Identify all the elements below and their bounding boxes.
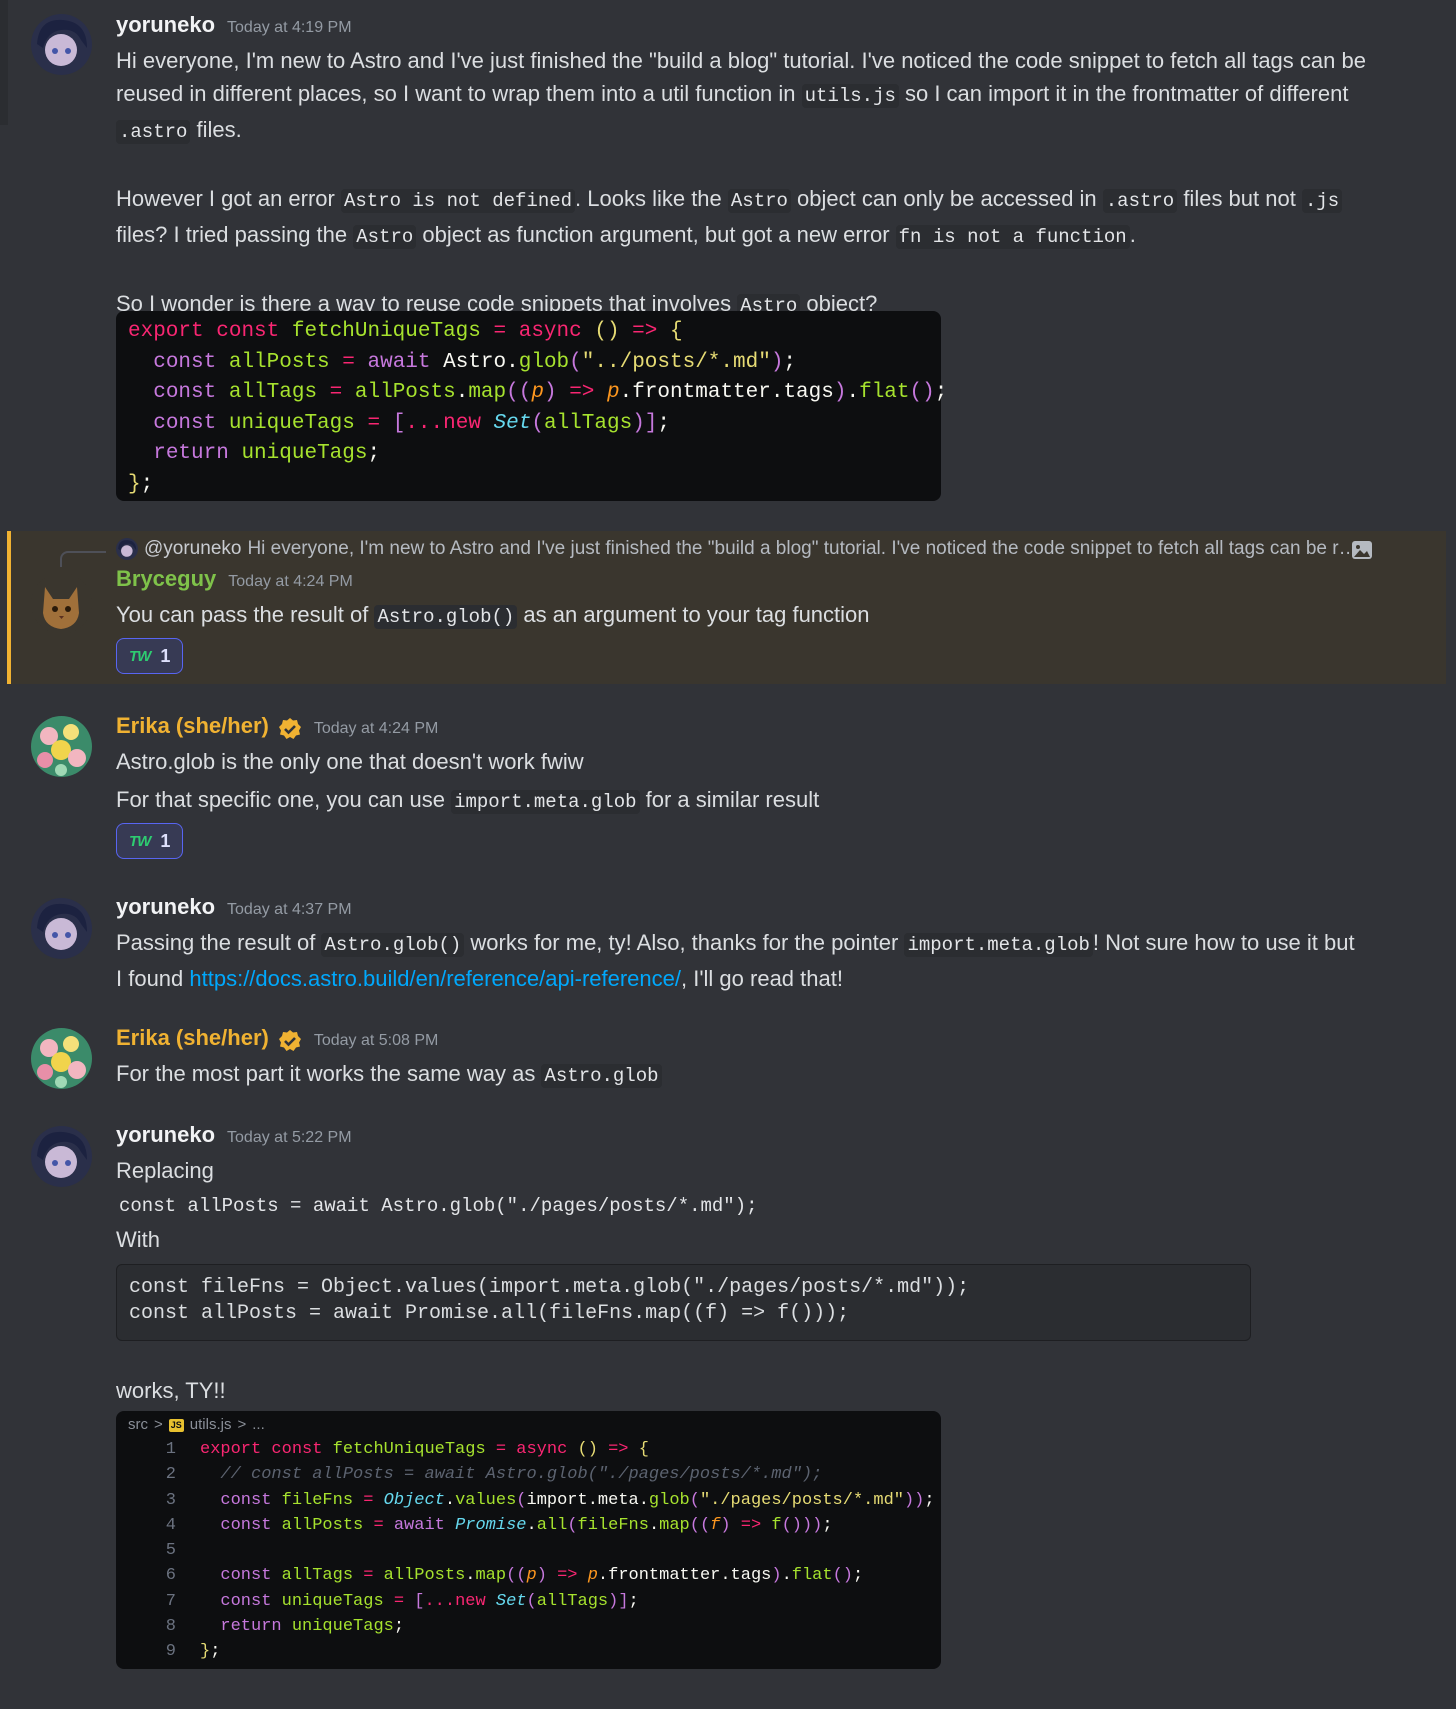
code-line: 7 const uniqueTags = [...new Set(allTags… bbox=[165, 1591, 639, 1611]
message-text: Replacing const allPosts = await Astro.g… bbox=[116, 1158, 758, 1252]
reaction-count: 1 bbox=[160, 645, 171, 666]
timestamp: Today at 5:22 PM bbox=[227, 1129, 352, 1146]
message-text: Hi everyone, I'm new to Astro and I've j… bbox=[116, 48, 1366, 318]
reaction-button[interactable]: TW 1 bbox=[116, 638, 184, 674]
reply-preview-text: Hi everyone, I'm new to Astro and I've j… bbox=[247, 538, 1366, 559]
code-line: const fileFns = Object.values(import.met… bbox=[129, 1276, 970, 1299]
code-block-plain[interactable]: const fileFns = Object.values(import.met… bbox=[116, 1264, 1251, 1341]
code-line: }; bbox=[128, 472, 154, 496]
code-line: 4 const allPosts = await Promise.all(fil… bbox=[165, 1515, 833, 1535]
author-name[interactable]: Erika (she/her) bbox=[116, 1025, 269, 1051]
timestamp: Today at 4:37 PM bbox=[227, 901, 352, 918]
code-screenshot[interactable]: src > JS utils.js >... 1 export const fetchUn… bbox=[116, 1411, 941, 1669]
reply-connector bbox=[60, 551, 106, 567]
code-line: 5 bbox=[165, 1541, 176, 1561]
code-line: 2 // const allPosts = await Astro.glob("… bbox=[165, 1465, 823, 1485]
timestamp: Today at 4:24 PM bbox=[313, 720, 439, 737]
code-line: const allPosts = await Promise.all(fileF… bbox=[129, 1302, 850, 1325]
reaction-count: 1 bbox=[160, 830, 171, 851]
author-name[interactable]: Bryceguy bbox=[116, 566, 216, 592]
code-line: return uniqueTags; bbox=[153, 442, 381, 465]
avatar-yoruneko[interactable] bbox=[31, 14, 92, 75]
message-text: You can pass the result of Astro.glob() … bbox=[116, 602, 870, 629]
code-line: 3 const fileFns = Object.values(import.m… bbox=[165, 1490, 935, 1510]
reaction-button[interactable]: TW 1 bbox=[116, 823, 184, 859]
js-file-icon: JS bbox=[168, 1418, 184, 1432]
avatar-erika[interactable] bbox=[31, 716, 92, 777]
avatar-bryceguy[interactable] bbox=[31, 573, 92, 634]
code-line: export const fetchUniqueTags = async () … bbox=[128, 320, 683, 343]
verified-badge-icon bbox=[278, 1030, 301, 1051]
avatar-erika[interactable] bbox=[31, 1028, 92, 1089]
timestamp: Today at 5:08 PM bbox=[313, 1032, 439, 1049]
avatar-yoruneko[interactable] bbox=[31, 1126, 92, 1187]
message-text: Passing the result of Astro.glob() works… bbox=[116, 930, 1355, 991]
author-name[interactable]: Erika (she/her) bbox=[116, 713, 269, 739]
message-text: Astro.glob is the only one that doesn't … bbox=[116, 749, 820, 814]
file-breadcrumb: src > JS utils.js >... bbox=[128, 1416, 265, 1434]
code-line: 1 export const fetchUniqueTags = async ()… bbox=[165, 1440, 649, 1459]
sidebar-edge bbox=[0, 0, 8, 125]
code-line: const uniqueTags = [...new Set(allTags)]… bbox=[153, 411, 671, 435]
reply-author[interactable]: @yoruneko bbox=[144, 538, 241, 560]
message-text: For the most part it works the same way … bbox=[116, 1057, 1366, 1093]
code-line: 9}; bbox=[165, 1642, 221, 1662]
reaction-emoji: TW bbox=[129, 647, 151, 665]
author-name[interactable]: yoruneko bbox=[116, 12, 215, 38]
verified-badge-icon bbox=[278, 718, 301, 739]
author-name[interactable]: yoruneko bbox=[116, 894, 215, 920]
code-line: const allPosts = await Astro.glob("../po… bbox=[153, 350, 797, 374]
code-line: const allTags = allPosts.map((p) => p.fr… bbox=[153, 381, 948, 404]
image-icon bbox=[1352, 541, 1372, 559]
code-block[interactable]: export const fetchUniqueTags = async () … bbox=[116, 311, 948, 501]
author-name[interactable]: yoruneko bbox=[116, 1122, 215, 1148]
reply-reference[interactable]: @yoruneko Hi everyone, I'm new to Astro … bbox=[116, 535, 1366, 563]
code-line: 6 const allTags = allPosts.map((p) => p.… bbox=[165, 1566, 864, 1586]
timestamp: Today at 4:19 PM bbox=[227, 19, 352, 36]
reply-avatar bbox=[116, 538, 138, 560]
timestamp: Today at 4:24 PM bbox=[228, 573, 353, 590]
message-text-works: works, TY!! bbox=[116, 1378, 226, 1403]
docs-link[interactable]: https://docs.astro.build/en/reference/ap… bbox=[189, 966, 681, 991]
reaction-emoji: TW bbox=[129, 832, 151, 850]
code-line: 8 return uniqueTags; bbox=[165, 1617, 405, 1637]
avatar-yoruneko[interactable] bbox=[31, 898, 92, 959]
